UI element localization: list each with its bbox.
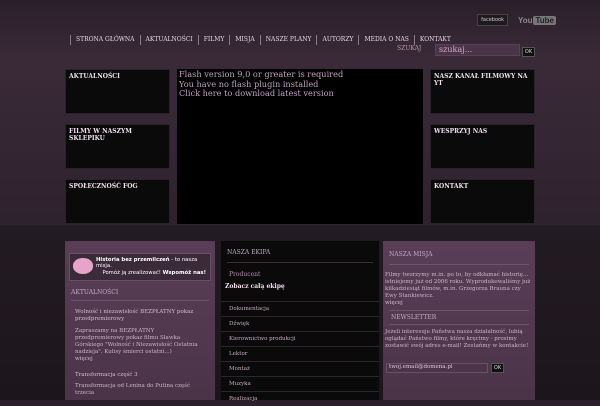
box-news-title: AKTUALNOŚCI	[69, 73, 120, 80]
news-header: AKTUALNOŚCI	[71, 289, 119, 296]
flash-download-link[interactable]: Click here to download latest version	[179, 88, 421, 99]
nav-mission[interactable]: MISJA	[229, 35, 259, 45]
youtube-you: You	[517, 15, 533, 25]
nav-home[interactable]: STRONA GŁÓWNA	[70, 35, 140, 45]
team-column: NASZA EKIPA Producent Zobacz całą ekipę …	[221, 241, 379, 402]
box-support-title: WESPRZYJ NAS	[434, 128, 488, 135]
youtube-link[interactable]: You Tube	[517, 15, 556, 25]
newsletter-ok-button[interactable]: OK	[491, 363, 504, 373]
news-item-1-title[interactable]: Wolność i niezawisłość BEZPŁATNY pokaz p…	[65, 309, 215, 323]
search-input[interactable]: szukaj...	[435, 44, 520, 56]
team-item-narrator[interactable]: Lektor	[221, 346, 379, 361]
box-news[interactable]: AKTUALNOŚCI	[65, 69, 170, 114]
mission-header: NASZA MISJA	[389, 251, 433, 258]
team-item-documentation[interactable]: Dokumentacja	[221, 301, 379, 316]
news-item-1-text: Zapraszamy na BEZPŁATNY przedpremierowy …	[75, 328, 198, 355]
nav-plans[interactable]: NASZE PLANY	[259, 35, 317, 45]
team-item-production[interactable]: Kierownictwo produkcji	[221, 331, 379, 346]
search-ok-button[interactable]: OK	[522, 47, 535, 57]
nav-news[interactable]: AKTUALNOŚCI	[139, 35, 198, 45]
social-links: facebook You Tube	[477, 14, 556, 26]
youtube-tube: Tube	[533, 15, 556, 25]
box-contact-title: KONTAKT	[434, 183, 469, 190]
box-yt-channel-title: NASZ KANAŁ FILMOWY NA YT	[434, 73, 528, 87]
box-community[interactable]: SPOŁECZNOŚĆ FOG	[65, 179, 170, 224]
team-header: NASZA EKIPA	[227, 249, 271, 256]
nav-authors[interactable]: AUTORZY	[316, 35, 358, 45]
see-all-team-link[interactable]: Zobacz całą ekipę	[221, 278, 379, 295]
banner-line-2-rest: Pomóż ją zrealizować!	[102, 270, 163, 276]
news-item-2-text: Transformacja od Lenina do Putina część …	[75, 383, 191, 396]
box-community-title: SPOŁECZNOŚĆ FOG	[69, 183, 138, 190]
team-item-direction[interactable]: Realizacja	[221, 391, 379, 406]
banner-line-1: Historia bez przemilczeń - to nasza misj…	[96, 257, 210, 269]
team-item-sound[interactable]: Dźwięk	[221, 316, 379, 331]
box-shop-films-title: FILMY W NASZYM SKLEPIKU	[69, 128, 132, 142]
nav-films[interactable]: FILMY	[197, 35, 230, 45]
box-contact[interactable]: KONTAKT	[430, 179, 535, 224]
team-item-editing[interactable]: Montaż	[221, 361, 379, 376]
nav-media[interactable]: MEDIA O NAS	[358, 35, 413, 45]
banner-line-2-bold: Wspomóż nas!	[162, 270, 206, 276]
box-yt-channel[interactable]: NASZ KANAŁ FILMOWY NA YT	[430, 69, 535, 114]
mission-text: Filmy tworzymy m.in. po to, by odkłamać …	[385, 272, 531, 299]
box-shop-films[interactable]: FILMY W NASZYM SKLEPIKU	[65, 124, 170, 169]
newsletter-text: Jeżeli interesuje Państwa nasza działaln…	[385, 329, 529, 349]
newsletter-header: NEWSLETTER	[391, 314, 437, 321]
box-support[interactable]: WESPRZYJ NAS	[430, 124, 535, 169]
flash-player[interactable]: Flash version 9,0 or greater is required…	[177, 69, 423, 224]
newsletter-email-input[interactable]: twoj.email@domena.pl	[386, 363, 488, 373]
team-item-music[interactable]: Muzyka	[221, 376, 379, 391]
support-banner[interactable]: Historia bez przemilczeń - to nasza misj…	[69, 253, 211, 281]
search-label: SZUKAJ	[397, 45, 422, 52]
piggy-bank-icon	[73, 258, 93, 274]
producer-label: Producent	[229, 271, 261, 278]
banner-line-2: Pomóż ją zrealizować! Wspomóż nas!	[102, 270, 206, 276]
mission-column: NASZA MISJA Filmy tworzymy m.in. po to, …	[383, 241, 535, 400]
facebook-link[interactable]: facebook	[477, 14, 508, 26]
